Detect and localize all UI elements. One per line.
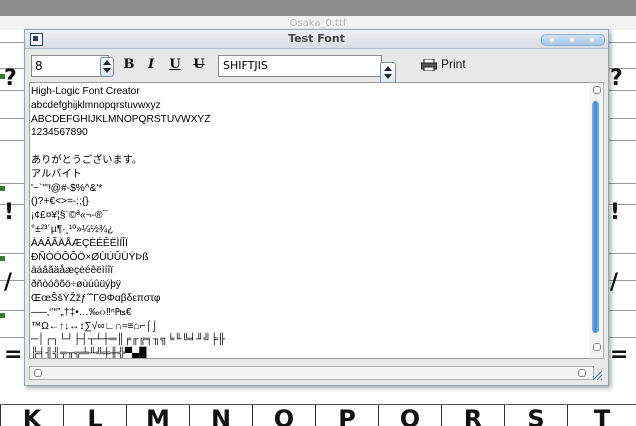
scroll-up-icon[interactable] [593,86,601,94]
glyph-cell[interactable]: ? [610,66,636,91]
glyph-cell[interactable]: Q [378,405,441,426]
stepper-down-icon[interactable] [103,68,111,73]
scroll-left-icon[interactable] [34,369,42,377]
maximize-icon[interactable] [570,38,574,42]
italic-button[interactable]: I [141,54,161,76]
vertical-scrollbar[interactable] [589,82,604,359]
glyph-cell[interactable]: L [63,405,126,426]
font-size-field[interactable]: 8 [31,55,114,77]
resize-grip-icon[interactable] [591,369,603,381]
preview-line: ŒœŠšŸŽžƒˆ˜ΓΘΦαβδεπστφ [31,292,161,304]
toolbar: 8 B I U U SHIFTJIS Print [25,49,608,84]
charset-select[interactable]: SHIFTJIS [218,55,396,84]
horizontal-scrollbar[interactable] [29,366,594,380]
preview-line: ╠╡╢╣╤╥╦╧╨╩╪╫╬▀▄█ [31,348,147,359]
glyph-row: K L M N O P Q R S T [0,404,636,426]
minimize-icon[interactable] [550,38,554,42]
background-window-titlebar [0,0,636,16]
font-preview-text-area[interactable]: High-Logic Font Creator abcdefghijklmnop… [29,82,594,359]
print-label: Print [441,57,466,71]
glyph-cell[interactable]: R [441,405,504,426]
window-title: Test Font [288,32,345,45]
glyph-cell[interactable]: S [504,405,567,426]
glyph-cell[interactable]: P [315,405,378,426]
preview-line: ()?+€<>=-:;{} [31,196,89,208]
glyph-cell[interactable]: T [567,405,636,426]
glyph-cell[interactable]: N [189,405,252,426]
glyph-cell[interactable]: ? [4,66,24,91]
font-size-value[interactable]: 8 [35,56,43,76]
preview-line: ÀÁÂÃÄÅÆÇÈÉÊËÌÍÎÏ [31,237,128,249]
preview-line: –—‚‘’“”„†‡•…‰‹›‼ⁿ₧€ [31,306,132,318]
charset-value[interactable]: SHIFTJIS [223,56,268,76]
print-button[interactable]: Print [421,56,469,76]
strikethrough-button[interactable]: U [189,54,209,76]
stepper-up-icon[interactable] [103,60,111,65]
glyph-cell[interactable]: = [4,342,24,367]
underline-button[interactable]: U [165,54,185,76]
glyph-cell[interactable]: O [252,405,315,426]
glyph-cell[interactable]: ! [610,200,636,225]
preview-line: ðñòóôõö÷øùúûüýþÿ [31,279,121,291]
glyph-cell[interactable]: / [610,270,636,295]
preview-line: High-Logic Font Creator [31,86,140,97]
preview-text: High-Logic Font Creator abcdefghijklmnop… [31,85,226,359]
window-titlebar[interactable]: Test Font [25,30,608,49]
preview-line: 1234567890 [31,127,88,139]
glyph-cell[interactable]: = [610,342,636,367]
charset-dropdown-button[interactable] [380,62,396,84]
preview-line: アルバイト [31,168,82,180]
preview-line: àáâãäåæçèéêëìíîï [31,265,114,277]
scroll-thumb[interactable] [592,101,599,333]
preview-line: ありがとうございます。 [31,154,143,166]
glyph-cell-marker [0,186,5,191]
chevron-up-icon [384,66,392,71]
window-controls[interactable] [541,34,605,46]
font-size-stepper[interactable] [100,57,114,77]
glyph-cell[interactable]: K [0,405,63,426]
preview-line: ─│┌┐└┘├┤┬┴┼═║╒╓╔╕╖╗╘╙╚╛╜╝╞╟ [31,334,226,346]
glyph-cell[interactable]: ! [4,200,24,225]
scroll-right-icon[interactable] [578,369,586,377]
preview-line: abcdefghijklmnopqrstuvwxyz [31,99,161,111]
preview-line: ¡¢£¤¥¦§¨©ª«¬-®¯ [31,210,109,222]
background-window-title: Osaka_0.ttf [0,16,636,30]
glyph-cell-marker [0,256,5,261]
test-font-window: Test Font 8 B I U U SHIFTJIS Print High-… [24,29,609,386]
glyph-cell[interactable]: / [4,270,24,295]
printer-icon [421,59,437,71]
preview-line: ÐÑÒÓÔÕÖ×ØÙÚÛÜÝÞß [31,251,149,263]
scroll-down-icon[interactable] [593,343,601,351]
preview-line: '~`'"!@#-$%^&'* [31,182,103,194]
glyph-cell[interactable]: M [126,405,189,426]
close-icon[interactable] [590,38,594,42]
preview-line: ABCDEFGHIJKLMNOPQRSTUVWXYZ [31,113,211,125]
preview-line [31,140,225,154]
preview-line: °±²³´µ¶·¸¹º»¼½¾¿ [31,223,114,235]
bold-button[interactable]: B [119,54,139,76]
glyph-cell-marker [0,313,5,318]
chevron-down-icon [384,74,392,79]
preview-line: ™Ω←↑↓↔↕∑√∞∟∩≈≡⌂⌐⌠⌡ [31,320,158,332]
